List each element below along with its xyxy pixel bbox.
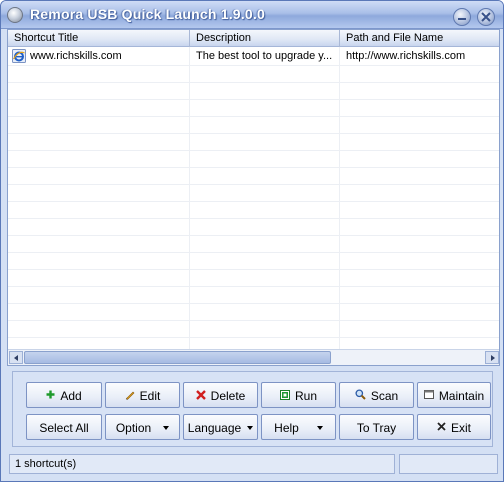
pencil-icon [125,391,135,400]
chevron-down-icon [247,425,254,430]
run-button[interactable]: Run [261,382,336,408]
help-dropdown-button[interactable]: Help [261,414,336,440]
plus-icon [46,390,55,399]
row-divider [8,286,499,287]
description-cell: The best tool to upgrade y... [196,50,333,62]
ie-icon [12,49,26,63]
option-dropdown-button[interactable]: Option [105,414,180,440]
column-header-description[interactable]: Description [190,30,340,47]
minimize-button[interactable] [453,8,471,26]
add-button[interactable]: Add [26,382,102,408]
status-bar: 1 shortcut(s) [7,454,500,474]
maintain-button[interactable]: Maintain [417,382,491,408]
run-icon [279,389,290,400]
window-title: Remora USB Quick Launch 1.9.0.0 [30,6,265,22]
delete-button[interactable]: Delete [183,382,258,408]
delete-x-icon [195,389,206,400]
row-divider [8,337,499,338]
row-divider [8,133,499,134]
row-divider [8,116,499,117]
shortcut-list[interactable]: Shortcut Title Description Path and File… [7,29,500,366]
app-window: Remora USB Quick Launch 1.9.0.0 Shortcut… [0,0,504,482]
window-icon [423,390,434,400]
title-bar[interactable]: Remora USB Quick Launch 1.9.0.0 [1,1,503,29]
list-header: Shortcut Title Description Path and File… [8,30,499,47]
status-secondary [399,454,498,474]
button-panel: Add Edit Delete Run Scan Maintain Select… [12,371,493,447]
exit-button[interactable]: Exit [417,414,491,440]
column-header-shortcut-title[interactable]: Shortcut Title [8,30,190,47]
scroll-thumb[interactable] [24,351,331,364]
status-count: 1 shortcut(s) [9,454,395,474]
row-divider [8,235,499,236]
close-icon [437,422,446,431]
row-divider [8,201,499,202]
app-icon[interactable] [7,7,23,23]
path-cell: http://www.richskills.com [346,50,466,62]
row-divider [8,167,499,168]
row-divider [8,82,499,83]
select-all-button[interactable]: Select All [26,414,102,440]
row-divider [8,252,499,253]
scan-button[interactable]: Scan [339,382,414,408]
to-tray-button[interactable]: To Tray [339,414,414,440]
shortcut-title-cell: www.richskills.com [30,50,122,62]
row-divider [8,218,499,219]
table-row[interactable]: www.richskills.com The best tool to upgr… [8,48,499,65]
chevron-down-icon [316,425,323,430]
scroll-left-button[interactable] [9,351,23,364]
language-dropdown-button[interactable]: Language [183,414,258,440]
magnifier-icon [355,389,366,401]
horizontal-scrollbar[interactable] [8,349,499,365]
row-divider [8,65,499,66]
row-divider [8,320,499,321]
chevron-down-icon [163,425,170,430]
row-divider [8,150,499,151]
edit-button[interactable]: Edit [105,382,180,408]
close-icon [481,12,491,22]
row-divider [8,184,499,185]
row-divider [8,269,499,270]
scroll-right-button[interactable] [485,351,499,364]
column-header-path[interactable]: Path and File Name [340,30,499,47]
row-divider [8,303,499,304]
close-button[interactable] [477,8,495,26]
list-body[interactable]: www.richskills.com The best tool to upgr… [8,47,499,349]
row-divider [8,99,499,100]
